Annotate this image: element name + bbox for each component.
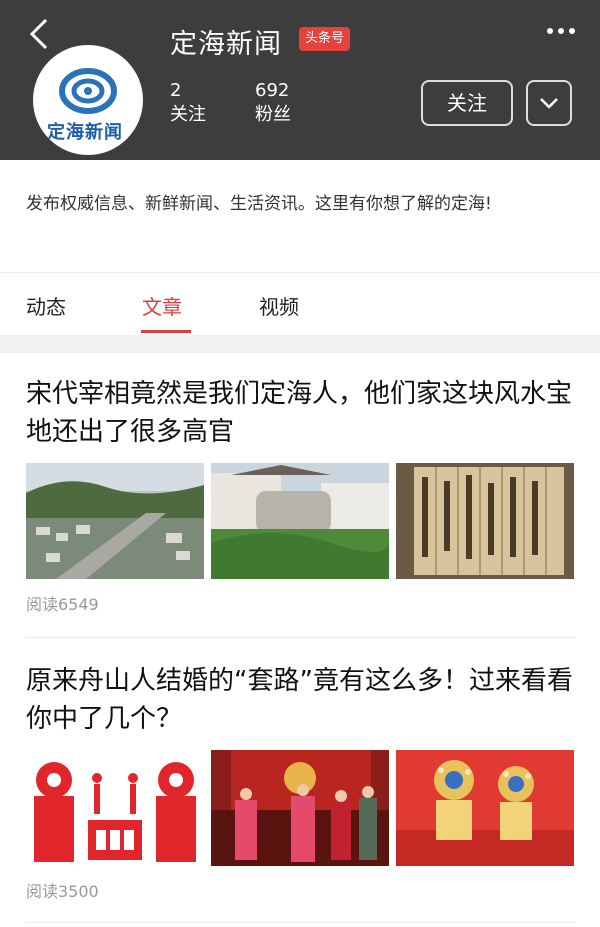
article-thumbnail xyxy=(396,750,574,866)
followers-count: 692 xyxy=(255,80,290,101)
divider xyxy=(26,637,576,638)
read-count: 阅读3500 xyxy=(26,882,99,901)
article-thumbnail xyxy=(26,750,204,866)
followers-label: 粉丝 xyxy=(255,104,291,125)
more-dropdown-button[interactable] xyxy=(526,80,572,126)
description-text: 发布权威信息、新鲜新闻、生活资讯。这里有你想了解的定海! xyxy=(26,194,492,214)
tab-videos[interactable]: 视频 xyxy=(259,291,299,320)
article-thumbnail xyxy=(26,463,204,579)
account-description: 发布权威信息、新鲜新闻、生活资讯。这里有你想了解的定海! xyxy=(0,160,600,273)
following-count: 2 xyxy=(170,80,182,101)
profile-header: 定海新闻 定海新闻 头条号 2 关注 692 粉丝 关注 xyxy=(0,0,600,160)
read-count: 阅读6549 xyxy=(26,595,99,614)
article-thumbnail xyxy=(211,750,389,866)
section-gap xyxy=(0,335,600,353)
chevron-down-icon xyxy=(540,98,558,109)
following-label: 关注 xyxy=(170,104,206,125)
following-stat[interactable]: 2 关注 xyxy=(170,79,206,127)
article-thumbnail xyxy=(396,463,574,579)
divider xyxy=(26,922,576,923)
more-options-icon[interactable] xyxy=(546,26,576,36)
active-tab-indicator xyxy=(141,330,191,333)
follow-button[interactable]: 关注 xyxy=(421,80,513,126)
tab-bar: 动态 文章 视频 xyxy=(0,273,600,335)
tab-dynamic[interactable]: 动态 xyxy=(26,291,66,320)
followers-stat[interactable]: 692 粉丝 xyxy=(255,79,291,127)
article-title: 原来舟山人结婚的“套路”竟有这么多！过来看看你中了几个？ xyxy=(26,666,573,734)
article-title: 宋代宰相竟然是我们定海人，他们家这块风水宝地还出了很多高官 xyxy=(26,379,573,447)
avatar[interactable]: 定海新闻 xyxy=(33,45,143,155)
tab-articles[interactable]: 文章 xyxy=(142,291,182,320)
account-name: 定海新闻 xyxy=(170,29,282,60)
avatar-logo-text: 定海新闻 xyxy=(47,122,123,143)
article-thumbnail xyxy=(211,463,389,579)
back-arrow-icon[interactable] xyxy=(26,16,56,52)
toutiao-badge: 头条号 xyxy=(299,27,351,51)
